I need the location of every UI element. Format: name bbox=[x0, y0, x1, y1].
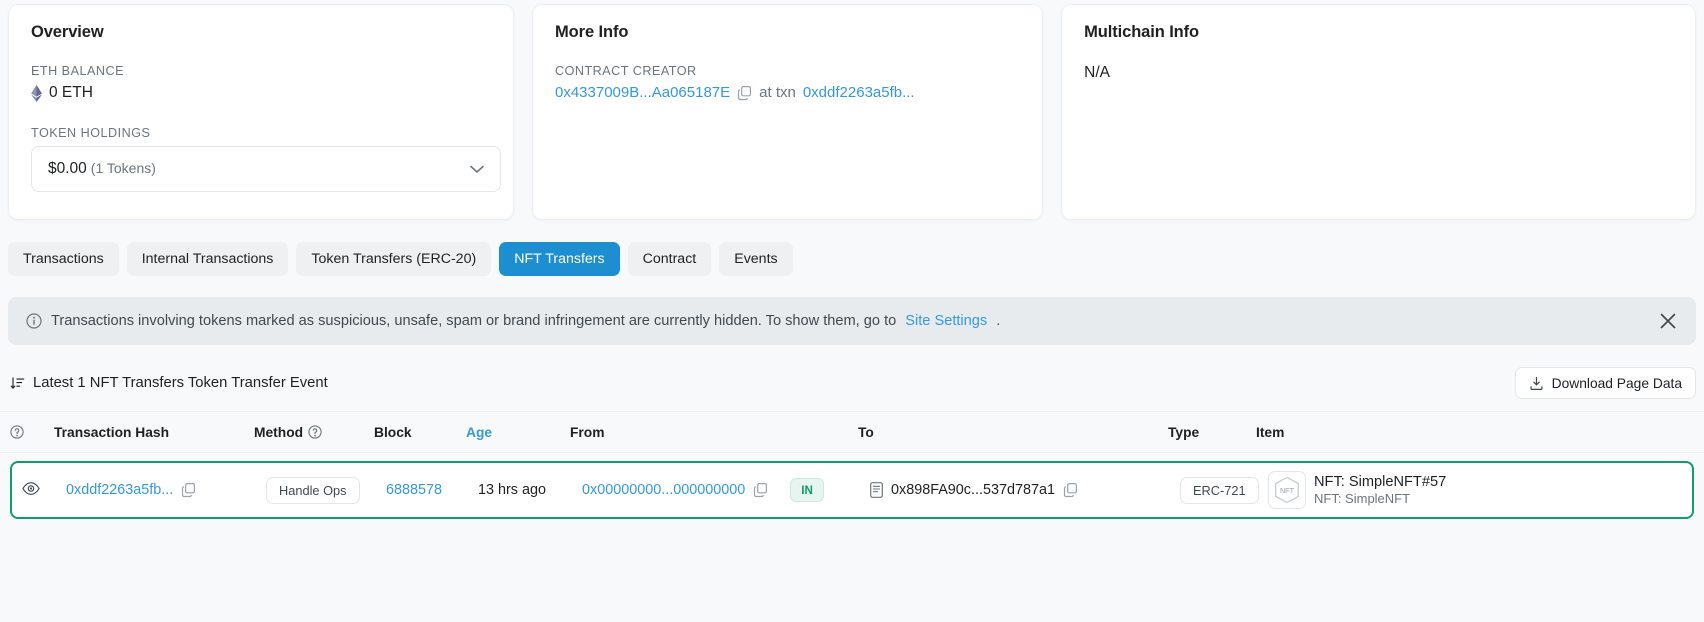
eye-icon[interactable] bbox=[22, 481, 40, 496]
header-method: Method bbox=[254, 425, 374, 440]
row-item-title[interactable]: NFT: SimpleNFT#57 bbox=[1314, 474, 1446, 490]
notice-text-period: . bbox=[996, 313, 1001, 329]
tab-token-transfers-erc20[interactable]: Token Transfers (ERC-20) bbox=[296, 242, 492, 276]
multichain-info-card: Multichain Info N/A bbox=[1061, 4, 1696, 220]
overview-card: Overview ETH BALANCE 0 ETH TOKEN HOLDING… bbox=[8, 4, 514, 220]
multichain-info-title: Multichain Info bbox=[1084, 23, 1200, 41]
row-block-link[interactable]: 6888578 bbox=[386, 482, 442, 498]
row-block-cell: 6888578 bbox=[386, 482, 478, 498]
eth-balance-label: ETH BALANCE bbox=[31, 64, 124, 78]
download-icon bbox=[1530, 376, 1543, 390]
question-circle-icon[interactable] bbox=[10, 425, 24, 439]
tab-bar: Transactions Internal Transactions Token… bbox=[0, 220, 1704, 276]
tab-transactions[interactable]: Transactions bbox=[8, 242, 119, 276]
row-transaction-hash-cell: 0xddf2263a5fb... bbox=[66, 482, 266, 498]
header-age[interactable]: Age bbox=[466, 425, 570, 440]
nft-transfers-table: Transaction Hash Method Block Age From T… bbox=[0, 411, 1704, 519]
row-method-badge: Handle Ops bbox=[266, 476, 360, 504]
svg-text:NFT: NFT bbox=[1280, 486, 1295, 495]
token-holdings-dropdown[interactable]: $0.00 (1 Tokens) bbox=[31, 146, 501, 192]
contract-creator-row: 0x4337009B...Aa065187E at txn 0xddf2263a… bbox=[555, 84, 1020, 101]
summary-cards: Overview ETH BALANCE 0 ETH TOKEN HOLDING… bbox=[0, 0, 1704, 220]
header-type: Type bbox=[1168, 424, 1200, 440]
row-from-address-link[interactable]: 0x00000000...000000000 bbox=[582, 482, 745, 498]
token-count: (1 Tokens) bbox=[90, 160, 156, 176]
notice-wrapper: Transactions involving tokens marked as … bbox=[0, 276, 1704, 345]
row-item-subtitle: NFT: SimpleNFT bbox=[1314, 491, 1411, 506]
copy-icon[interactable] bbox=[1063, 482, 1078, 498]
token-holdings-value: $0.00 (1 Tokens) bbox=[48, 160, 156, 178]
header-method-label: Method bbox=[254, 424, 304, 440]
chevron-down-icon bbox=[470, 165, 484, 173]
row-transaction-hash-link[interactable]: 0xddf2263a5fb... bbox=[66, 482, 173, 498]
row-type-cell: ERC-721 bbox=[1180, 476, 1268, 504]
copy-icon[interactable] bbox=[181, 482, 196, 498]
eth-balance-amount: 0 ETH bbox=[49, 84, 93, 101]
site-settings-link[interactable]: Site Settings bbox=[905, 313, 987, 329]
overview-title: Overview bbox=[31, 23, 104, 41]
row-to-address: 0x898FA90c...537d787a1 bbox=[891, 482, 1056, 498]
contract-creator-address-link[interactable]: 0x4337009B...Aa065187E bbox=[555, 84, 730, 101]
copy-icon[interactable] bbox=[753, 482, 768, 498]
tab-contract[interactable]: Contract bbox=[627, 242, 712, 276]
row-to-cell: 0x898FA90c...537d787a1 bbox=[870, 482, 1180, 498]
header-info-icon-cell bbox=[10, 425, 54, 439]
nft-hexagon-icon: NFT bbox=[1275, 476, 1299, 504]
header-item: Item bbox=[1256, 424, 1285, 440]
tab-nft-transfers[interactable]: NFT Transfers bbox=[499, 242, 620, 276]
multichain-info-value: N/A bbox=[1084, 64, 1110, 81]
row-direction-badge: IN bbox=[790, 478, 824, 502]
at-txn-label: at txn bbox=[759, 84, 796, 101]
more-info-title: More Info bbox=[555, 23, 629, 41]
download-page-data-button[interactable]: Download Page Data bbox=[1514, 367, 1696, 399]
contract-icon bbox=[870, 482, 883, 498]
download-page-data-label: Download Page Data bbox=[1551, 375, 1682, 391]
row-item-cell: NFT NFT: SimpleNFT#57 NFT: SimpleNFT bbox=[1268, 471, 1682, 509]
page-root: Overview ETH BALANCE 0 ETH TOKEN HOLDING… bbox=[0, 0, 1704, 622]
nft-token-icon: NFT bbox=[1268, 471, 1306, 509]
header-transaction-hash: Transaction Hash bbox=[54, 424, 170, 440]
row-item-text: NFT: SimpleNFT#57 NFT: SimpleNFT bbox=[1314, 474, 1446, 506]
row-eye-cell bbox=[22, 481, 66, 500]
notice-content: Transactions involving tokens marked as … bbox=[26, 313, 1000, 329]
info-circle-icon bbox=[26, 313, 42, 329]
header-to: To bbox=[858, 424, 874, 440]
list-header-bar: Latest 1 NFT Transfers Token Transfer Ev… bbox=[0, 345, 1704, 399]
header-from: From bbox=[570, 424, 605, 440]
notice-text: Transactions involving tokens marked as … bbox=[51, 313, 897, 329]
close-icon[interactable] bbox=[1658, 311, 1678, 331]
table-row[interactable]: 0xddf2263a5fb... Handle Ops 6888578 13 h… bbox=[10, 461, 1694, 519]
row-from-cell: 0x00000000...000000000 IN bbox=[582, 478, 870, 502]
list-title-text: Latest 1 NFT Transfers Token Transfer Ev… bbox=[33, 375, 328, 391]
creator-txn-link[interactable]: 0xddf2263a5fb... bbox=[803, 84, 915, 101]
list-title-group: Latest 1 NFT Transfers Token Transfer Ev… bbox=[10, 375, 328, 391]
table-body: 0xddf2263a5fb... Handle Ops 6888578 13 h… bbox=[0, 453, 1704, 519]
row-method-cell: Handle Ops bbox=[266, 476, 386, 504]
hidden-tokens-notice: Transactions involving tokens marked as … bbox=[8, 297, 1696, 345]
row-type-badge: ERC-721 bbox=[1180, 476, 1259, 504]
ethereum-diamond-icon bbox=[31, 84, 42, 102]
token-usd-value: $0.00 bbox=[48, 160, 87, 177]
copy-icon[interactable] bbox=[737, 85, 752, 101]
sort-descending-icon bbox=[10, 376, 25, 389]
eth-balance-value-row: 0 ETH bbox=[31, 84, 491, 102]
row-age-cell: 13 hrs ago bbox=[478, 482, 547, 498]
table-header-row: Transaction Hash Method Block Age From T… bbox=[0, 411, 1704, 453]
tab-events[interactable]: Events bbox=[719, 242, 793, 276]
token-holdings-label: TOKEN HOLDINGS bbox=[31, 126, 151, 140]
contract-creator-label: CONTRACT CREATOR bbox=[555, 64, 697, 78]
header-block: Block bbox=[374, 424, 412, 440]
question-circle-icon[interactable] bbox=[308, 425, 322, 439]
more-info-card: More Info CONTRACT CREATOR 0x4337009B...… bbox=[532, 4, 1044, 220]
tab-internal-transactions[interactable]: Internal Transactions bbox=[126, 242, 289, 276]
